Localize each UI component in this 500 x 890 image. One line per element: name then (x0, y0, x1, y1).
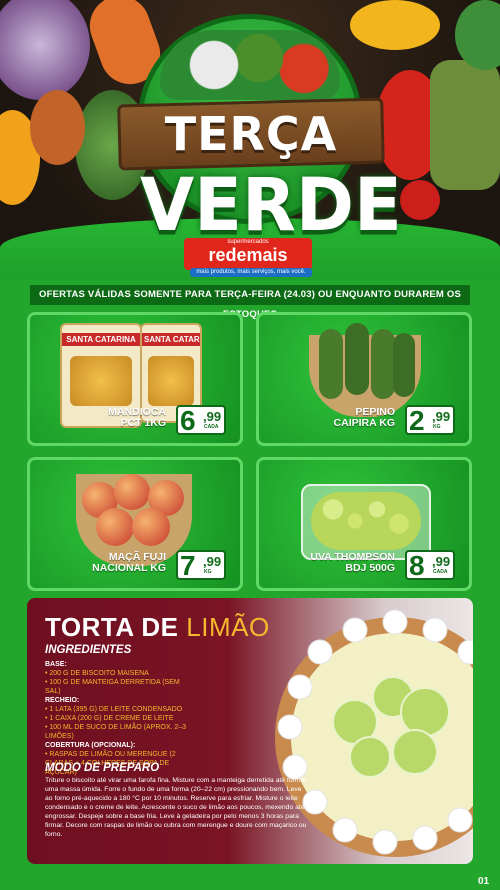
brand-tagline: mais produtos, mais serviços, mais você. (190, 268, 312, 277)
base-item: • 100 G DE MANTEIGA DERRETIDA (SEM SAL) (45, 679, 180, 695)
cassava-image-2 (148, 356, 194, 406)
cucumber-basket-image (309, 323, 421, 417)
product-name-line-2: NACIONAL KG (92, 562, 166, 574)
recipe-card: TORTA DE LIMÃO INGREDIENTES BASE: • 200 … (27, 598, 473, 864)
product-card-uva[interactable]: UVA THOMPSON BDJ 500G 8 ,99 CADA (256, 457, 472, 591)
price-tag: 2 ,99 KG (397, 404, 457, 436)
price-decimal: ,99 (432, 554, 451, 569)
cassava-image (70, 356, 132, 406)
price-unit: KG (204, 569, 212, 575)
price-integer: 7 (180, 550, 196, 581)
product-name: MAÇÃ FUJI NACIONAL KG (92, 552, 166, 574)
package-label: SANTA CATARINA (62, 333, 140, 346)
ingredients-list: BASE: • 200 G DE BISCOITO MAISENA • 100 … (45, 660, 195, 777)
base-item: • 200 G DE BISCOITO MAISENA (45, 670, 149, 677)
product-name-line-2: PCT 1KG (120, 417, 166, 429)
cabbage-image (0, 0, 90, 100)
product-name-line-2: BDJ 500G (345, 562, 395, 574)
product-card-maca[interactable]: MAÇÃ FUJI NACIONAL KG 7 ,99 KG (27, 457, 243, 591)
recipe-title-part-a: TORTA DE (45, 612, 179, 642)
ingredients-heading: INGREDIENTES (45, 644, 132, 656)
price-integer: 6 (180, 405, 196, 436)
price-tag: 8 ,99 CADA (397, 549, 457, 581)
base-label: BASE: (45, 661, 67, 668)
price-decimal: ,99 (432, 409, 451, 424)
vegetable-basket-image (160, 30, 340, 100)
product-name: MANDIOCA PCT 1KG (108, 407, 166, 429)
filling-label: RECHEIO: (45, 697, 80, 704)
recipe-title-part-b: LIMÃO (186, 612, 270, 642)
title-verde: VERDE (140, 161, 402, 249)
offer-validity-banner: OFERTAS VÁLIDAS SOMENTE PARA TERÇA-FEIRA… (30, 285, 470, 320)
title-terca: TERÇA (164, 107, 338, 161)
product-card-mandioca[interactable]: SANTA CATARINA SANTA CATARINA MANDIOCA P… (27, 312, 243, 446)
filling-item: • 100 ML DE SUCO DE LIMÃO (APROX. 2–3 LI… (45, 724, 187, 740)
price-unit: CADA (433, 569, 448, 575)
brand-name: redemais (208, 245, 288, 265)
brand-logo: supermercados redemais (184, 238, 312, 270)
product-name: UVA THOMPSON BDJ 500G (310, 552, 395, 574)
price-tag: 7 ,99 KG (168, 549, 228, 581)
price-unit: CADA (204, 424, 219, 430)
product-name: PEPINO CAIPIRA KG (334, 407, 395, 429)
price-decimal: ,99 (203, 554, 222, 569)
yellow-pepper-image (350, 0, 440, 50)
tomato-image (400, 180, 440, 220)
prep-text: Triture o biscoito até virar uma farofa … (45, 777, 307, 838)
product-name-line-2: CAIPIRA KG (333, 417, 395, 429)
price-integer: 2 (409, 405, 425, 436)
prep-heading: MODO DE PREPARO (45, 762, 160, 774)
package-label-2: SANTA CATARINA (142, 333, 200, 346)
recipe-title: TORTA DE LIMÃO (45, 612, 270, 643)
filling-item: • 1 CAIXA (200 G) DE CREME DE LEITE (45, 715, 174, 722)
page-number: 01 (478, 876, 490, 887)
product-card-pepino[interactable]: PEPINO CAIPIRA KG 2 ,99 KG (256, 312, 472, 446)
onion-image (30, 90, 85, 165)
price-decimal: ,99 (203, 409, 222, 424)
price-tag: 6 ,99 CADA (168, 404, 228, 436)
price-integer: 8 (409, 550, 425, 581)
filling-item: • 1 LATA (395 G) DE LEITE CONDENSADO (45, 706, 183, 713)
price-unit: KG (433, 424, 441, 430)
topping-label: COBERTURA (OPCIONAL): (45, 742, 136, 749)
grape-container-image (301, 484, 431, 560)
header-banner: TERÇA VERDE supermercados redemais mais … (0, 0, 500, 280)
asparagus-image (430, 60, 500, 190)
